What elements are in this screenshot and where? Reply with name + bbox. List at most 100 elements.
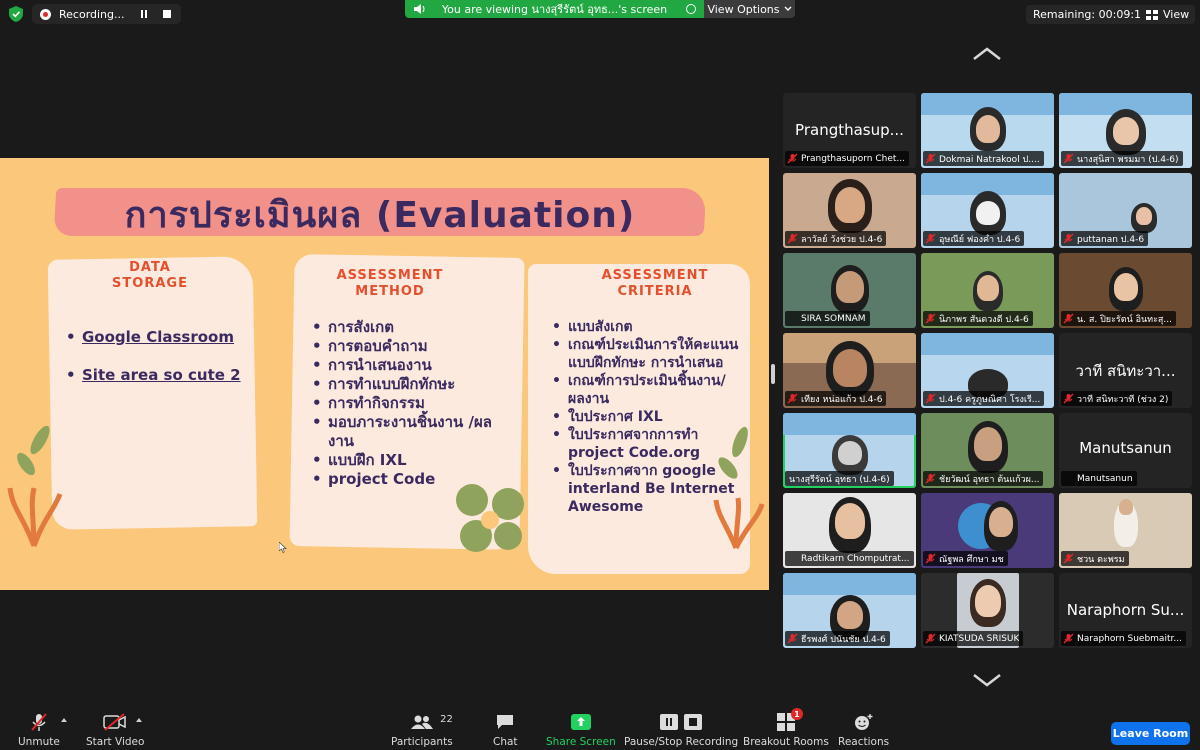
list-item: เกณฑ์ประเมินการให้คะแนนแบบฝึกทักษะ การนำ… <box>552 336 742 372</box>
assessment-method-list: การสังเกต การตอบคำถาม การนำเสนองาน การทำ… <box>312 318 512 489</box>
participant-tile-active-speaker[interactable]: นางสุรีรัตน์ อุทธา (ป.4-6) <box>783 413 916 488</box>
participant-gallery: Prangthasup... Prangthasuporn Chet... Do… <box>783 93 1194 648</box>
list-item-link[interactable]: Site area so cute 2 <box>66 366 241 384</box>
mic-muted-icon <box>925 553 936 564</box>
breakout-rooms-button[interactable]: 1 Breakout Rooms <box>743 708 829 748</box>
participant-name: Manutsanun <box>1077 473 1133 484</box>
assessment-criteria-heading: ASSESSMENT CRITERIA <box>601 268 709 299</box>
participants-label: Participants <box>391 736 453 748</box>
panel-splitter-handle[interactable] <box>771 364 775 384</box>
participants-count: 22 <box>440 714 453 725</box>
participant-tile[interactable]: เทียง หน่อแก้ว ป.4-6 <box>783 333 916 408</box>
participant-name: puttanan ป.4-6 <box>1077 234 1145 245</box>
leaf-decoration-icon <box>713 426 765 550</box>
participant-name: Naraphorn Suebmaitr... <box>1077 633 1182 644</box>
participant-tile[interactable]: SIRA SOMNAM <box>783 253 916 328</box>
mic-muted-icon <box>1063 153 1074 164</box>
breakout-badge: 1 <box>790 708 803 720</box>
reactions-button[interactable]: Reactions <box>838 712 889 748</box>
gallery-next-icon[interactable] <box>971 672 1003 688</box>
chevron-down-icon <box>784 6 792 11</box>
flower-decoration-icon <box>456 484 524 552</box>
participant-tile[interactable]: KIATSUDA SRISUK <box>921 573 1054 648</box>
participant-tile[interactable]: ป.4-6 ครูภูษณิศา โรงเรี... <box>921 333 1054 408</box>
data-storage-heading: DATA STORAGE <box>112 260 188 291</box>
mic-muted-icon <box>925 393 936 404</box>
mic-muted-icon <box>787 633 798 644</box>
participant-tile[interactable]: ณัฐพล ศึกษา มช <box>921 493 1054 568</box>
participant-display-name: Manutsanun <box>1079 439 1172 457</box>
leaf-decoration-icon <box>7 425 63 547</box>
participant-tile[interactable]: น. ส. ปิยะรัตน์ อินทะสุ... <box>1059 253 1192 328</box>
participant-name: Radtikarn Chomputrat... <box>801 553 910 564</box>
participant-name: ป.4-6 ครูภูษณิศา โรงเรี... <box>939 394 1041 405</box>
participant-tile[interactable]: Manutsanun Manutsanun <box>1059 413 1192 488</box>
participant-tile[interactable]: ชวน ตะพรม <box>1059 493 1192 568</box>
leave-room-button[interactable]: Leave Room <box>1111 722 1190 745</box>
participant-tile[interactable]: นางสุนิสา พรมมา (ป.4-6) <box>1059 93 1192 168</box>
participant-tile[interactable]: Dokmai Natrakool ป.... <box>921 93 1054 168</box>
participant-tile[interactable]: puttanan ป.4-6 <box>1059 173 1192 248</box>
list-item: การตอบคำถาม <box>312 337 512 356</box>
participant-tile[interactable]: Prangthasup... Prangthasuporn Chet... <box>783 93 916 168</box>
participant-name: วาที สนิทะวาที (ช่วง 2) <box>1077 394 1169 405</box>
audio-options-caret-icon[interactable] <box>61 718 67 722</box>
remaining-label: Remaining: 00:09:13 <box>1033 8 1149 21</box>
list-item-link[interactable]: Google Classroom <box>66 328 241 346</box>
breakout-label: Breakout Rooms <box>743 736 829 748</box>
participant-name: น. ส. ปิยะรัตน์ อินทะสุ... <box>1077 314 1173 325</box>
view-button[interactable]: View <box>1140 5 1196 24</box>
share-screen-label: Share Screen <box>546 736 616 748</box>
shield-icon[interactable] <box>6 4 26 24</box>
participants-button[interactable]: 22 Participants <box>391 712 453 748</box>
participant-tile[interactable]: ธีรพงศ์ ปนันชัย ป.4-6 <box>783 573 916 648</box>
list-item: การสังเกต <box>312 318 512 337</box>
unmute-button[interactable]: Unmute <box>18 712 60 748</box>
stop-recording-icon[interactable] <box>162 10 171 18</box>
pause-recording-icon[interactable] <box>140 10 147 18</box>
participant-tile[interactable]: ลาวัลย์ วังช่วย ป.4-6 <box>783 173 916 248</box>
reactions-label: Reactions <box>838 736 890 748</box>
chat-button[interactable]: Chat <box>493 712 518 748</box>
view-options-dropdown[interactable]: View Options <box>704 0 795 18</box>
participant-name: ณัฐพล ศึกษา มช <box>939 554 1004 565</box>
pause-stop-recording-button[interactable]: Pause/Stop Recording <box>624 712 738 748</box>
gallery-prev-icon[interactable] <box>971 46 1003 62</box>
participant-tile[interactable]: อุษณีย์ ฟองคำ ป.4-6 <box>921 173 1054 248</box>
participant-name: ลาวัลย์ วังช่วย ป.4-6 <box>801 234 883 245</box>
mic-muted-icon <box>925 313 936 324</box>
video-options-caret-icon[interactable] <box>136 718 142 722</box>
participant-name: นิภาพร สันดวงดี ป.4-6 <box>939 314 1029 325</box>
mic-muted-icon <box>1063 553 1074 564</box>
grid-view-icon <box>1146 9 1158 20</box>
participant-tile[interactable]: Naraphorn Su... Naraphorn Suebmaitr... <box>1059 573 1192 648</box>
list-item: แบบสังเกต <box>552 318 742 336</box>
recording-indicator: Recording... <box>32 4 181 24</box>
mouse-cursor-icon <box>279 542 287 553</box>
view-label: View <box>1163 8 1190 21</box>
mic-muted-icon <box>925 233 936 244</box>
chat-icon <box>496 712 514 732</box>
viewing-screen-banner: You are viewing นางสุรีรัตน์ อุทธ...'s s… <box>405 0 704 18</box>
top-left-status: Recording... <box>6 4 181 24</box>
participant-name: KIATSUDA SRISUK <box>939 633 1020 644</box>
participant-tile[interactable]: วาที สนิทะวา... วาที สนิทะวาที (ช่วง 2) <box>1059 333 1192 408</box>
participant-tile[interactable]: Radtikarn Chomputrat... <box>783 493 916 568</box>
unmute-label: Unmute <box>18 736 60 748</box>
pause-stop-label: Pause/Stop Recording <box>624 736 739 748</box>
speaker-icon[interactable] <box>414 4 426 14</box>
mic-muted-icon <box>1063 313 1074 324</box>
remaining-time: Remaining: 00:09:13 <box>1026 5 1156 24</box>
mic-muted-icon <box>925 153 936 164</box>
share-screen-button[interactable]: Share Screen <box>546 712 616 748</box>
participant-display-name: Prangthasup... <box>795 121 904 139</box>
viewing-text: You are viewing นางสุรีรัตน์ อุทธ...'s s… <box>441 3 668 16</box>
list-item: เกณฑ์การประเมินชิ้นงาน/ผลงาน <box>552 372 742 408</box>
participant-tile[interactable]: นิภาพร สันดวงดี ป.4-6 <box>921 253 1054 328</box>
participant-display-name: วาที สนิทะวา... <box>1075 362 1176 380</box>
status-dot-icon <box>686 4 696 14</box>
participant-tile[interactable]: ชัยวัฒน์ อุทธา ต้นแก้วผ... <box>921 413 1054 488</box>
list-item: การทำกิจกรรม <box>312 394 512 413</box>
list-item: มอบภาระงานชิ้นงาน /ผลงาน <box>312 413 512 451</box>
participant-name: นางสุนิสา พรมมา (ป.4-6) <box>1077 154 1179 165</box>
